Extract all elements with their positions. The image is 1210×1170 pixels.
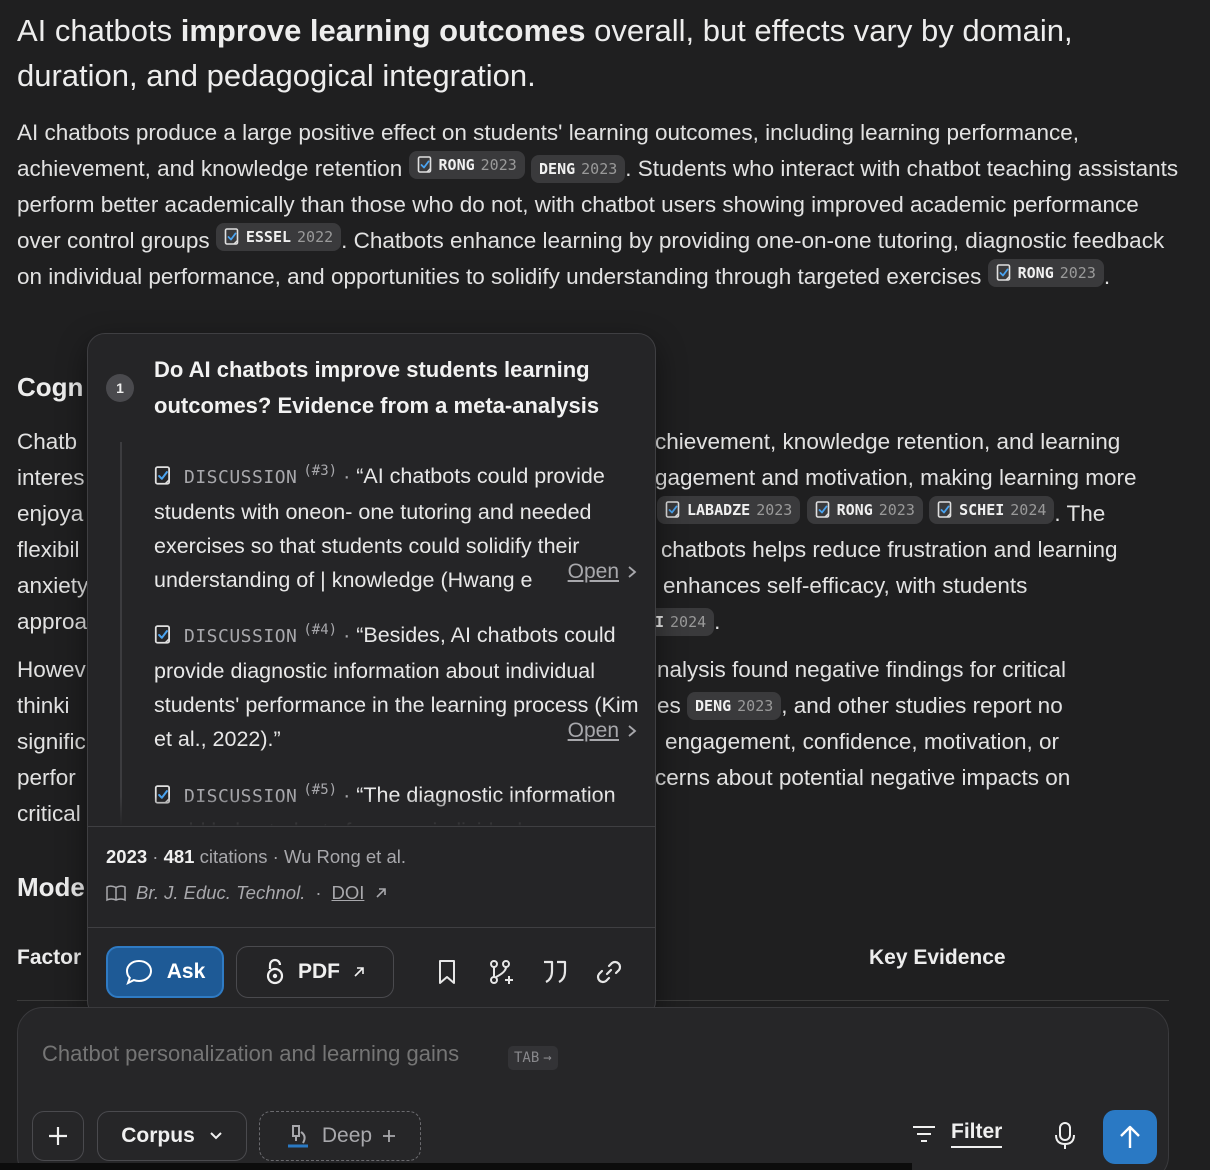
excerpt-open-link[interactable]: Open: [568, 719, 637, 743]
excerpt-open-link[interactable]: Open: [568, 560, 637, 584]
add-button[interactable]: [32, 1111, 84, 1161]
branch-add-icon[interactable]: [474, 946, 528, 998]
paper-icon: [665, 501, 681, 519]
para2-right-3: LABADZE 2023 RONG 2023 SCHEI 2024. The: [657, 496, 1105, 532]
paper-icon: [937, 501, 953, 519]
para3-right-2: es DENG 2023, and other studies report no: [657, 692, 1063, 720]
plus-icon: [383, 1130, 396, 1142]
para3-left-1: Howev: [17, 657, 86, 682]
query-composer: TAB→ Corpus Deep Filter: [17, 1007, 1169, 1170]
para2-left-1: Chatb: [17, 429, 78, 454]
section-title-models: Mode: [17, 872, 85, 902]
doi-link[interactable]: DOI: [332, 882, 365, 904]
bookmark-icon[interactable]: [420, 946, 474, 998]
paper-icon: [996, 264, 1012, 282]
filter-button[interactable]: Filter: [911, 1120, 1003, 1148]
quote-icon[interactable]: [528, 946, 582, 998]
pdf-button[interactable]: PDF: [236, 946, 394, 998]
paper-icon: [154, 625, 172, 645]
para2-right-2: gagement and motivation, making learning…: [655, 465, 1137, 490]
para3-right-4: cerns about potential negative impacts o…: [655, 765, 1071, 790]
citation-chip-partial[interactable]: I 2024: [647, 608, 715, 636]
deep-research-toggle[interactable]: Deep: [259, 1111, 421, 1161]
para3-left-5: critical: [17, 801, 81, 826]
para3-left-2: thinki: [17, 693, 70, 718]
send-button[interactable]: [1103, 1110, 1157, 1164]
citation-chip-deng-2[interactable]: DENG 2023: [687, 692, 782, 720]
para2-left-5: anxiety: [17, 573, 89, 598]
citation-chip-deng[interactable]: DENG 2023: [531, 155, 626, 183]
para2-left-6: approa: [17, 609, 88, 634]
filter-lines-icon: [913, 1126, 935, 1142]
chat-bubble-icon: [125, 959, 152, 985]
citation-chip-rong[interactable]: RONG 2023: [408, 151, 525, 179]
intro-paragraph: AI chatbots produce a large positive eff…: [17, 120, 1179, 289]
excerpt-list[interactable]: DISCUSSION (#3) · “AI chatbots could pro…: [88, 442, 655, 826]
scroll-fade: [88, 796, 655, 826]
section-title-cognitive: Cogn: [17, 372, 84, 402]
query-input[interactable]: [42, 1041, 502, 1067]
paper-venue: Br. J. Educ. Technol. · DOI: [106, 882, 388, 904]
para2-left-3: enjoya: [17, 501, 84, 526]
para2-right-1: chievement, knowledge retention, and lea…: [655, 429, 1121, 454]
plus-icon: [49, 1127, 67, 1145]
paper-icon: [417, 156, 433, 174]
divider: [88, 826, 655, 827]
microphone-icon[interactable]: [1048, 1118, 1082, 1154]
citation-chip-rong-3[interactable]: RONG 2023: [806, 496, 923, 524]
citation-chip-labadze[interactable]: LABADZE 2023: [657, 496, 801, 524]
tab-hint-badge: TAB →: [508, 1046, 558, 1070]
paper-number-badge: 1: [106, 374, 134, 402]
corpus-select[interactable]: Corpus: [97, 1111, 247, 1161]
paper-meta: 2023 · 481 citations · Wu Rong et al.: [106, 846, 406, 867]
para2-right-5: enhances self-efficacy, with students: [663, 573, 1028, 598]
para3-right-1: nalysis found negative findings for crit…: [657, 657, 1066, 682]
para3-left-3: signific: [17, 729, 86, 754]
divider: [88, 927, 655, 928]
ask-button[interactable]: Ask: [106, 946, 224, 998]
paper-icon: [154, 466, 172, 486]
para3-right-3: engagement, confidence, motivation, or: [665, 729, 1059, 754]
para2-right-4: chatbots helps reduce frustration and le…: [661, 537, 1118, 562]
citation-chip-schei[interactable]: SCHEI 2024: [929, 496, 1055, 524]
answer-heading: AI chatbots improve learning outcomes ov…: [17, 13, 1073, 93]
paper-actions: Ask PDF: [106, 946, 636, 998]
para2-left-4: flexibil: [17, 537, 80, 562]
chevron-down-icon: [210, 1132, 222, 1140]
microscope-icon: [287, 1125, 308, 1148]
para2-right-6: I 2024.: [647, 604, 720, 640]
taskbar-edge: [0, 1163, 912, 1170]
paper-popover: 1 Do AI chatbots improve students learni…: [87, 333, 656, 1019]
excerpt-rail: [120, 442, 122, 826]
chevron-right-icon: [628, 566, 637, 578]
table-header-factor: Factor: [17, 946, 82, 969]
paper-title[interactable]: Do AI chatbots improve students learning…: [154, 352, 634, 424]
para3-left-4: perfor: [17, 765, 76, 790]
arrow-up-icon: [1120, 1125, 1140, 1148]
open-access-lock-icon: [266, 958, 284, 985]
para2-left-2: interes: [17, 465, 85, 490]
citation-chip-rong-2[interactable]: RONG 2023: [987, 259, 1104, 287]
paper-icon: [815, 501, 831, 519]
table-header-key-evidence: Key Evidence: [869, 946, 1006, 969]
external-link-icon: [354, 967, 364, 977]
external-link-icon: [376, 888, 387, 898]
citation-chip-essel[interactable]: ESSEL 2022: [215, 223, 342, 251]
paper-icon: [224, 228, 240, 246]
chevron-right-icon: [628, 725, 637, 737]
book-icon: [106, 885, 126, 902]
link-icon[interactable]: [582, 946, 636, 998]
